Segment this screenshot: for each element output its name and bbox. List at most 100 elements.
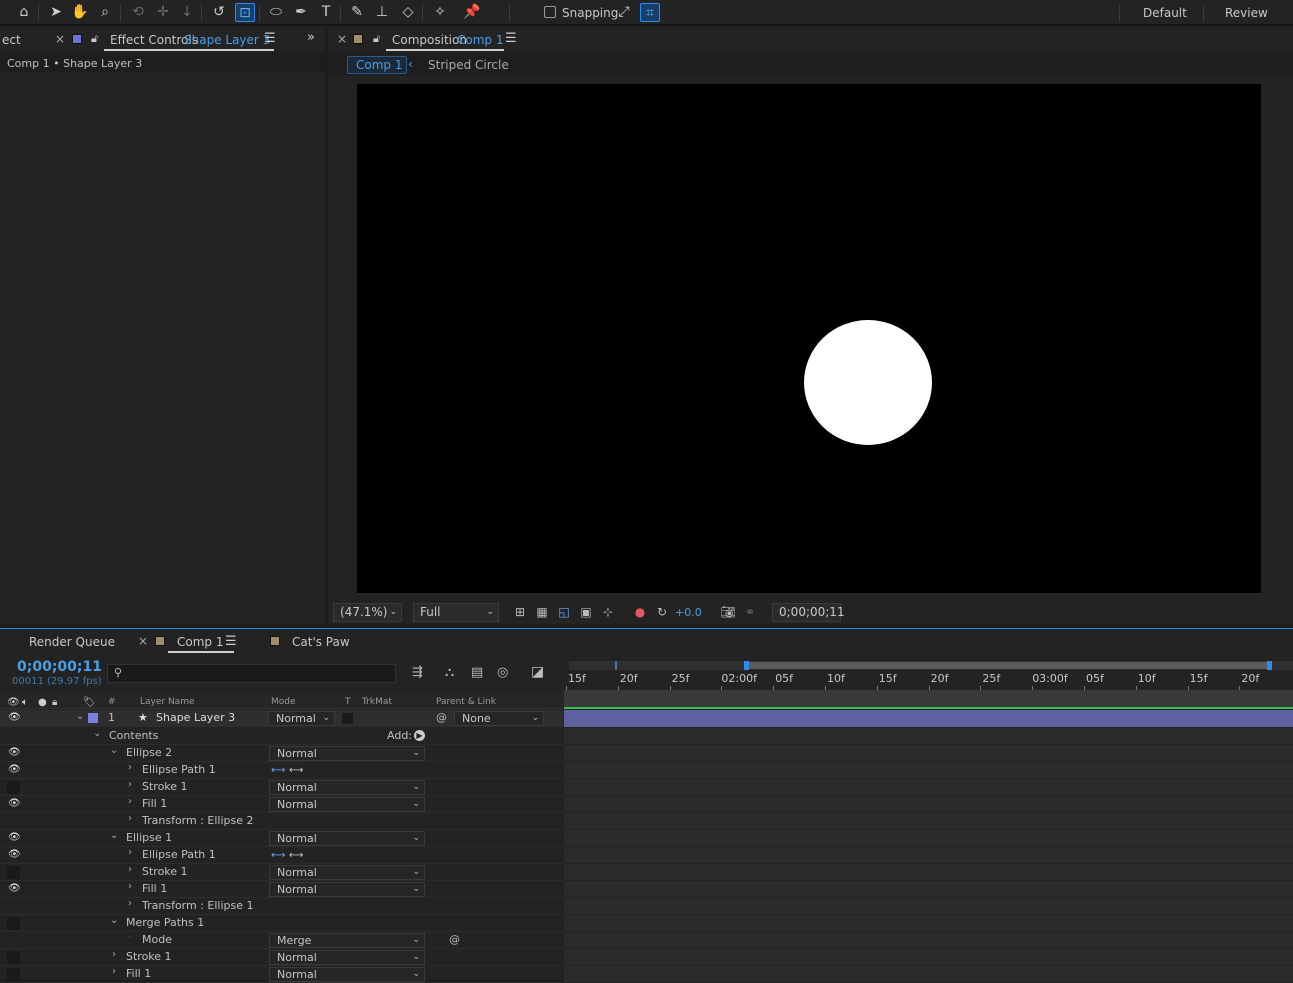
parent-dropdown[interactable]: None ⌄ (454, 711, 544, 726)
selection-arrow-icon[interactable]: ➤ (46, 3, 66, 22)
property-name[interactable]: Stroke 1 (142, 780, 188, 793)
chevron-right-icon[interactable]: › (128, 847, 132, 858)
visibility-eye-icon[interactable]: 👁︎ (8, 748, 21, 758)
property-row[interactable]: › Stroke 1 Normal ⌄ (0, 949, 563, 966)
chevron-down-icon[interactable]: ⌄ (110, 830, 118, 841)
type-icon[interactable]: T (316, 3, 336, 22)
effect-controls-layer-name[interactable]: Shape Layer 3 (184, 33, 270, 47)
property-mode-dropdown[interactable]: Merge ⌄ (269, 933, 425, 948)
zoom-icon[interactable]: ⌕ (95, 3, 115, 22)
composition-tab-comp[interactable]: Comp 1 (457, 33, 503, 47)
mask-visibility-icon[interactable]: ◱ (556, 604, 572, 620)
transparency-grid-icon[interactable]: ▦ (534, 604, 550, 620)
close-tab-icon[interactable]: × (138, 634, 148, 648)
rotation-icon[interactable]: ↺ (209, 3, 229, 22)
close-tab-icon[interactable]: × (55, 32, 65, 46)
solo-column-icon[interactable]: ● (38, 697, 47, 708)
magnification-dropdown[interactable]: (47.1%) ⌄ (333, 603, 402, 622)
chevron-right-icon[interactable]: › (128, 796, 132, 807)
snapping-checkbox[interactable] (544, 6, 556, 18)
snap-feature-icon[interactable]: ⌗ (640, 3, 660, 22)
chevron-right-icon[interactable]: › (128, 762, 132, 773)
chevron-right-icon[interactable]: › (112, 949, 116, 960)
pan-icon[interactable]: ✛ (153, 3, 173, 22)
path-reverse-icon[interactable]: ⟷ (289, 850, 303, 861)
property-row[interactable]: 👁︎ ⌄ Ellipse 2 Normal ⌄ (0, 745, 563, 762)
show-snapshot-icon[interactable]: ⚭ (742, 604, 758, 620)
channel-icon[interactable]: ● (632, 604, 648, 620)
property-name[interactable]: Merge Paths 1 (126, 916, 204, 929)
property-row[interactable]: › Fill 1 Normal ⌄ (0, 966, 563, 983)
property-row[interactable]: › Stroke 1 Normal ⌄ (0, 864, 563, 881)
preserve-transparency-checkbox[interactable] (342, 713, 353, 724)
visibility-eye-icon[interactable]: 👁︎ (8, 884, 21, 894)
motion-blur-icon[interactable]: ◎ (497, 665, 508, 680)
visibility-eye-icon[interactable]: 👁︎ (8, 799, 21, 809)
property-name[interactable]: Ellipse 2 (126, 746, 172, 759)
workspace-review[interactable]: Review (1225, 6, 1268, 20)
path-direction-icon[interactable]: ⟷ (271, 765, 285, 776)
visibility-eye-icon[interactable]: 👁︎ (8, 713, 21, 723)
number-column-header[interactable]: # (108, 697, 116, 707)
property-row[interactable]: 👁︎ ⌄ Ellipse 1 Normal ⌄ (0, 830, 563, 847)
visibility-eye-icon[interactable]: 👁︎ (8, 833, 21, 843)
layer-row[interactable]: 👁︎ ⌄ 1 ★ Shape Layer 3 Normal ⌄ @ None ⌄ (0, 710, 563, 727)
property-mode-dropdown[interactable]: Normal ⌄ (269, 865, 425, 880)
close-tab-icon[interactable]: × (337, 32, 347, 46)
chevron-right-icon[interactable]: › (128, 898, 132, 909)
property-mode-dropdown[interactable]: Normal ⌄ (269, 950, 425, 965)
chevron-right-icon[interactable]: › (128, 864, 132, 875)
property-name[interactable]: Stroke 1 (142, 865, 188, 878)
hand-icon[interactable]: ✋ (70, 3, 90, 22)
visibility-eye-icon[interactable]: 👁︎ (8, 850, 21, 860)
chevron-right-icon[interactable]: › (128, 881, 132, 892)
property-name[interactable]: Ellipse Path 1 (142, 763, 216, 776)
mode-column-header[interactable]: Mode (271, 697, 296, 707)
graph-editor-icon[interactable]: ◪ (531, 664, 544, 680)
property-name[interactable]: Mode (142, 933, 172, 946)
render-queue-tab[interactable]: Render Queue (29, 635, 115, 649)
property-mode-dropdown[interactable]: Normal ⌄ (269, 882, 425, 897)
comp-breadcrumb-striped-circle[interactable]: Striped Circle (428, 58, 509, 72)
timeline-current-time[interactable]: 0;00;00;11 (17, 659, 102, 675)
work-area-bar[interactable] (569, 661, 1293, 670)
eraser-icon[interactable]: ◇ (398, 3, 418, 22)
fast-previews-icon[interactable]: ⊞ (512, 604, 528, 620)
orbit-icon[interactable]: ⟲ (128, 3, 148, 22)
composition-canvas[interactable] (357, 84, 1261, 593)
add-arrow-icon[interactable]: ▶ (414, 730, 425, 741)
chevron-down-icon[interactable]: ⌄ (110, 745, 118, 756)
snap-edge-icon[interactable]: ⤢ (614, 3, 634, 22)
property-row[interactable]: ⌄ Merge Paths 1 (0, 915, 563, 932)
t-column-header[interactable]: T (345, 697, 351, 707)
contents-row[interactable]: ⌄ Contents Add: ▶ (0, 728, 563, 745)
panel-menu-icon[interactable]: ☰ (225, 634, 237, 649)
pick-whip-icon[interactable]: @ (449, 933, 460, 946)
parent-column-header[interactable]: Parent & Link (436, 697, 496, 707)
chevron-down-icon[interactable]: ⌄ (110, 915, 118, 926)
property-row[interactable]: › Transform : Ellipse 1 (0, 898, 563, 915)
pen-icon[interactable]: ✒ (291, 3, 311, 22)
shy-layers-icon[interactable]: ⛬ (445, 665, 454, 680)
layer-name-column-header[interactable]: Layer Name (140, 697, 195, 707)
cats-paw-tab[interactable]: Cat's Paw (292, 635, 350, 649)
property-name[interactable]: Stroke 1 (126, 950, 172, 963)
chevron-down-icon[interactable]: ⌄ (76, 711, 84, 722)
region-of-interest-icon[interactable]: ▣ (578, 604, 594, 620)
timeline-search-input[interactable]: ⚲ (107, 664, 396, 683)
property-name[interactable]: Ellipse Path 1 (142, 848, 216, 861)
property-name[interactable]: Fill 1 (126, 967, 151, 980)
lock-icon[interactable]: 🔓︎ (373, 32, 380, 46)
exposure-value[interactable]: +0.0 (675, 606, 702, 619)
pick-whip-icon[interactable]: @ (436, 711, 447, 724)
property-name[interactable]: Transform : Ellipse 1 (142, 899, 254, 912)
property-row[interactable]: › Transform : Ellipse 2 (0, 813, 563, 830)
video-column-icon[interactable]: 👁︎ (7, 697, 20, 708)
home-icon[interactable]: ⌂ (14, 3, 34, 22)
project-tab-cut[interactable]: ect (2, 33, 21, 47)
frame-blending-icon[interactable]: ▤ (471, 665, 483, 680)
visibility-toggle[interactable] (7, 917, 20, 930)
lock-icon[interactable]: 🔓︎ (91, 32, 98, 46)
lock-column-icon[interactable]: 🔒︎ (52, 697, 57, 708)
clone-stamp-icon[interactable]: ⊥ (372, 3, 392, 22)
